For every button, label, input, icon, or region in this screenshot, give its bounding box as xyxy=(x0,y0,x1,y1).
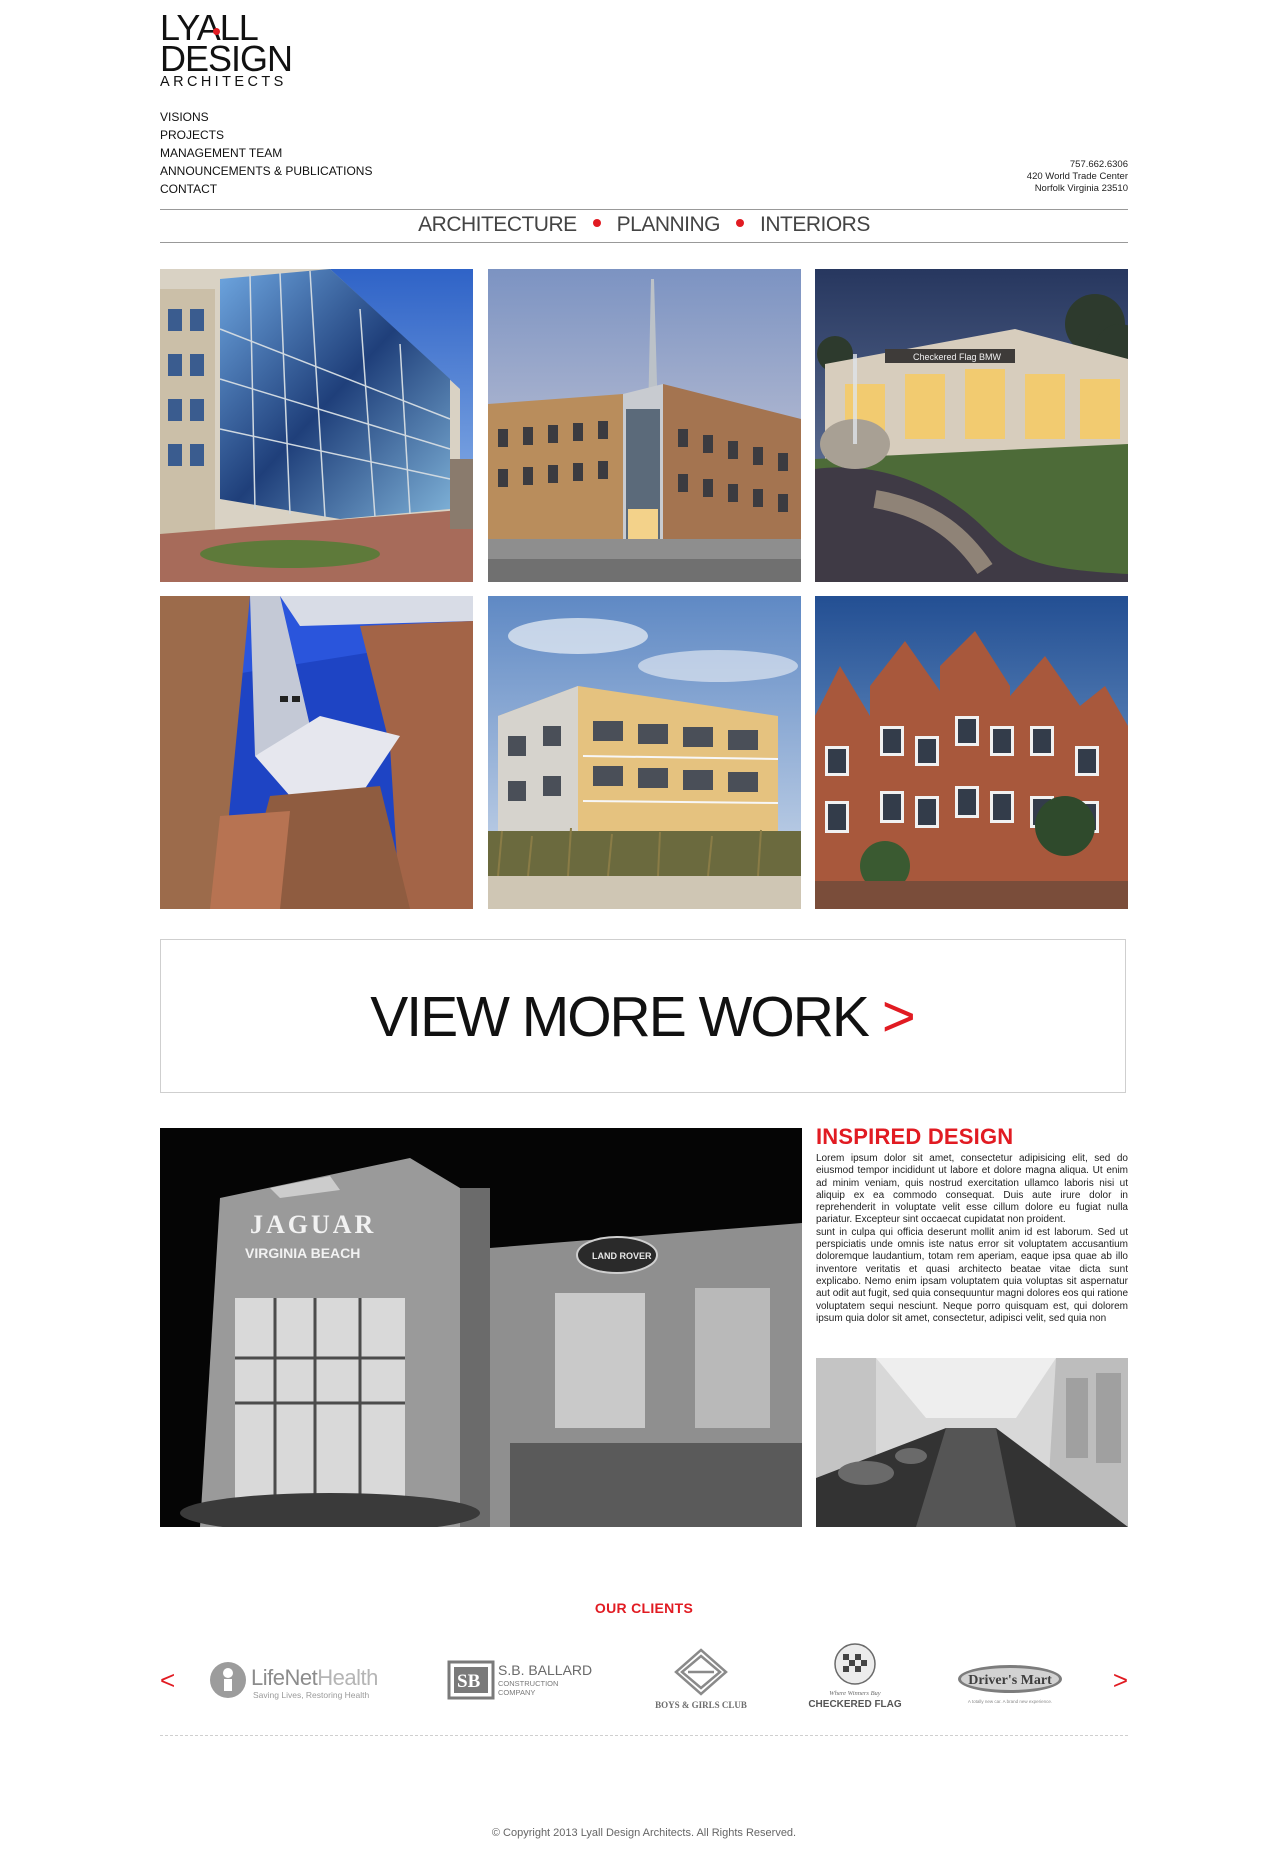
logo-red-dot xyxy=(213,28,220,35)
sb-ballard-sub1: CONSTRUCTION xyxy=(498,1679,558,1688)
lifenet-name-health: Health xyxy=(317,1665,378,1690)
gallery-photo-5[interactable] xyxy=(488,596,801,909)
gallery-photo-3[interactable]: Checkered Flag BMW xyxy=(815,269,1128,582)
drivers-mart-name: Driver's Mart xyxy=(968,1673,1052,1688)
nav-item-visions[interactable]: VISIONS xyxy=(160,108,372,126)
sb-ballard-mark: SB xyxy=(457,1671,481,1692)
svg-text:LifeNetHealth: LifeNetHealth xyxy=(251,1665,378,1690)
view-more-arrow-icon: > xyxy=(881,984,916,1049)
client-logo-boys-girls-club[interactable]: BOYS & GIRLS CLUB xyxy=(646,1640,756,1720)
logo[interactable]: LYALL DESIGN ARCHITECTS xyxy=(160,7,293,94)
checkered-flag-top: Where Winners Buy xyxy=(829,1690,880,1697)
nav-item-announcements[interactable]: ANNOUNCEMENTS & PUBLICATIONS xyxy=(160,162,372,180)
gallery-photo-1[interactable] xyxy=(160,269,473,582)
drivers-mart-tagline: A totally new car. A brand new experienc… xyxy=(968,1699,1052,1704)
sb-ballard-name: S.B. BALLARD xyxy=(498,1662,592,1678)
footer-copyright: © Copyright 2013 Lyall Design Architects… xyxy=(491,1827,797,1839)
tagline-architecture: ARCHITECTURE xyxy=(418,213,577,236)
feature-title: INSPIRED DESIGN xyxy=(816,1124,1014,1149)
header-divider-bottom xyxy=(160,242,1128,243)
sb-ballard-sub2: COMPANY xyxy=(498,1688,535,1697)
tagline-dot xyxy=(592,219,601,228)
jaguar-sign-text: JAGUAR xyxy=(250,1210,376,1239)
lifenet-tagline: Saving Lives, Restoring Health xyxy=(253,1690,370,1700)
feature-paragraph-1: Lorem ipsum dolor sit amet, consectetur … xyxy=(816,1153,1128,1226)
contact-address-line2: Norfolk Virginia 23510 xyxy=(1034,183,1128,194)
bmw-sign-text: Checkered Flag BMW xyxy=(913,352,1002,362)
nav-item-contact[interactable]: CONTACT xyxy=(160,180,372,198)
services-tagline: ARCHITECTURE PLANNING INTERIORS xyxy=(160,213,1128,237)
logo-line-lyall: LYALL xyxy=(160,7,259,48)
contact-info: 757.662.6306 420 World Trade Center Norf… xyxy=(1027,159,1128,195)
contact-phone: 757.662.6306 xyxy=(1069,159,1128,170)
main-nav: VISIONS PROJECTS MANAGEMENT TEAM ANNOUNC… xyxy=(160,108,372,198)
tagline-planning: PLANNING xyxy=(616,213,721,236)
gallery-photo-4[interactable] xyxy=(160,596,473,909)
clients-divider xyxy=(160,1735,1128,1736)
client-logo-lifenet[interactable]: LifeNetHealth Saving Lives, Restoring He… xyxy=(208,1640,394,1720)
client-logo-sb-ballard[interactable]: SB S.B. BALLARD CONSTRUCTION COMPANY xyxy=(447,1640,597,1720)
feature-paragraph-2: sunt in culpa qui officia deserunt molli… xyxy=(816,1226,1128,1324)
header-divider-top xyxy=(160,209,1128,210)
nav-item-management-team[interactable]: MANAGEMENT TEAM xyxy=(160,144,372,162)
clients-title: OUR CLIENTS xyxy=(594,1600,694,1616)
lifenet-name: LifeNet xyxy=(251,1665,318,1690)
client-logo-checkered-flag[interactable]: Where Winners Buy CHECKERED FLAG xyxy=(800,1640,910,1720)
gallery-photo-6[interactable] xyxy=(815,596,1128,909)
clients-next-button[interactable]: > xyxy=(1113,1665,1128,1695)
boys-girls-club-name: BOYS & GIRLS CLUB xyxy=(655,1700,747,1710)
view-more-work-label: VIEW MORE WORK xyxy=(370,985,870,1049)
nav-item-projects[interactable]: PROJECTS xyxy=(160,126,372,144)
contact-address-line1: 420 World Trade Center xyxy=(1026,171,1128,182)
feature-photo-jaguar: JAGUAR VIRGINIA BEACH LAND ROVER xyxy=(160,1128,802,1527)
tagline-interiors: INTERIORS xyxy=(760,213,870,236)
view-more-work-button[interactable]: VIEW MORE WORK > xyxy=(160,939,1126,1093)
land-rover-sign-text: LAND ROVER xyxy=(592,1251,652,1261)
clients-prev-button[interactable]: < xyxy=(160,1665,175,1695)
gallery-photo-2[interactable] xyxy=(488,269,801,582)
jaguar-sign-subtext: VIRGINIA BEACH xyxy=(245,1245,360,1261)
tagline-dot xyxy=(736,219,745,228)
feature-body: Lorem ipsum dolor sit amet, consectetur … xyxy=(816,1153,1128,1325)
feature-photo-interior xyxy=(816,1358,1128,1527)
client-logo-drivers-mart[interactable]: Driver's Mart A totally new car. A brand… xyxy=(950,1640,1070,1720)
checkered-flag-name: CHECKERED FLAG xyxy=(808,1699,902,1710)
logo-line-architects: ARCHITECTS xyxy=(160,74,287,90)
